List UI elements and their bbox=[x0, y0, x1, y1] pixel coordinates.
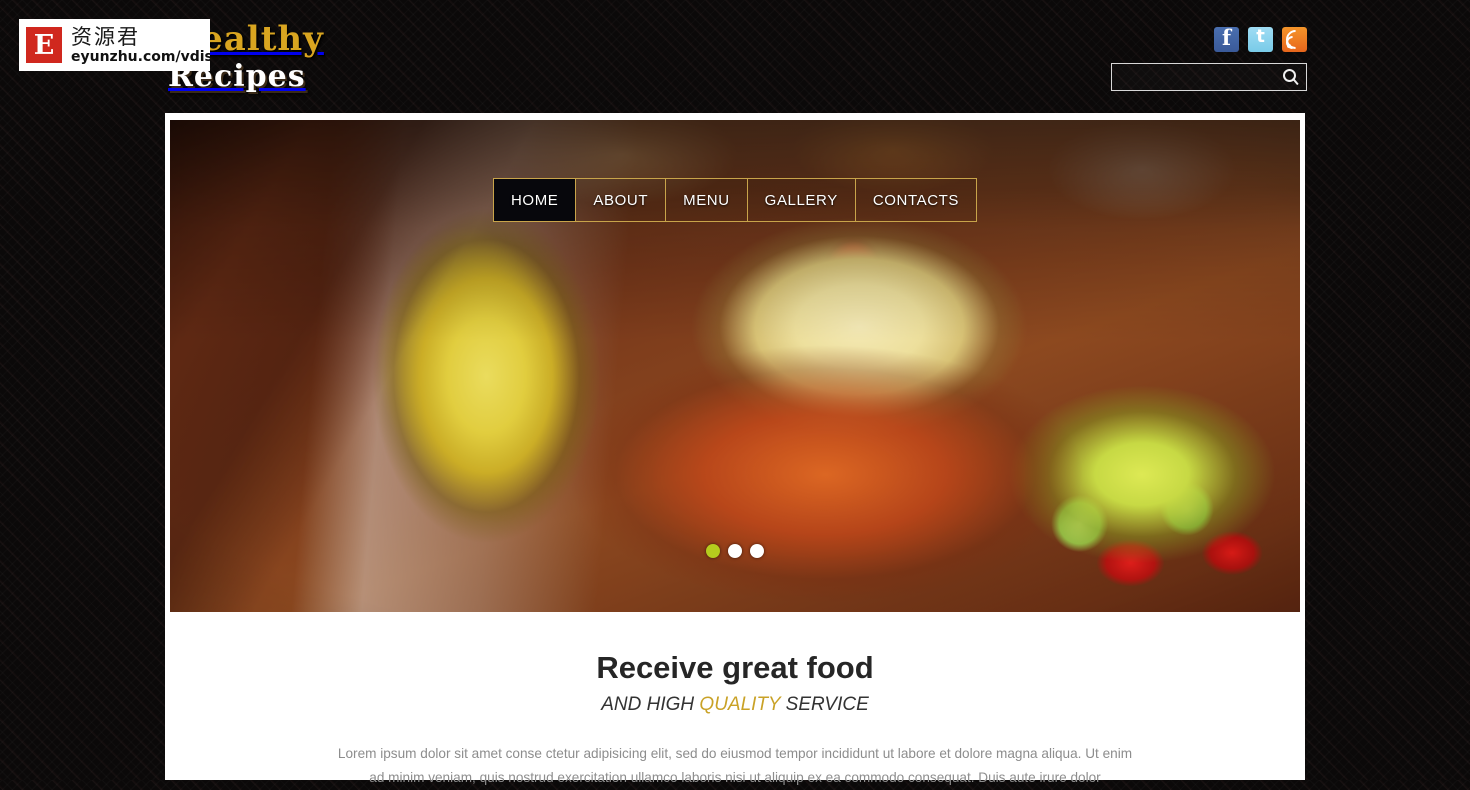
nav-item-gallery[interactable]: GALLERY bbox=[747, 179, 856, 221]
social-links: f t bbox=[1214, 27, 1307, 52]
nav-item-contacts[interactable]: CONTACTS bbox=[855, 179, 976, 221]
slider-dot-2[interactable] bbox=[728, 544, 742, 558]
nav-item-menu[interactable]: MENU bbox=[666, 179, 748, 221]
site-header: Healthy Recipes f t bbox=[0, 0, 1470, 112]
rss-arc-outer bbox=[1282, 27, 1307, 52]
watermark-cn-text: 资源君 bbox=[71, 24, 140, 49]
twitter-icon[interactable]: t bbox=[1248, 27, 1273, 52]
watermark-logo-letter: E bbox=[33, 29, 55, 61]
site-logo[interactable]: Healthy Recipes bbox=[168, 22, 468, 92]
subtitle-highlight: QUALITY bbox=[699, 694, 781, 715]
search-input[interactable] bbox=[1112, 64, 1278, 90]
watermark-banner: E 资源君 eyunzhu.com/vdisk bbox=[19, 19, 210, 71]
search-icon bbox=[1283, 69, 1296, 82]
page-title: Receive great food bbox=[596, 650, 874, 685]
search-box[interactable] bbox=[1111, 63, 1307, 91]
slider-dot-1[interactable] bbox=[706, 544, 720, 558]
twitter-glyph: t bbox=[1256, 27, 1265, 47]
intro-paragraph: Lorem ipsum dolor sit amet conse ctetur … bbox=[337, 746, 1133, 785]
watermark-url-text: eyunzhu.com/vdisk bbox=[71, 48, 210, 65]
intro-section: Receive great food AND HIGH QUALITY SERV… bbox=[170, 612, 1300, 790]
facebook-glyph: f bbox=[1221, 27, 1232, 50]
rss-icon[interactable] bbox=[1282, 27, 1307, 52]
main-navigation: HOME ABOUT MENU GALLERY CONTACTS bbox=[493, 178, 977, 222]
slider-dot-3[interactable] bbox=[750, 544, 764, 558]
nav-item-about[interactable]: ABOUT bbox=[576, 179, 667, 221]
nav-item-home[interactable]: HOME bbox=[494, 179, 577, 221]
facebook-icon[interactable]: f bbox=[1214, 27, 1239, 52]
page-frame: HOME ABOUT MENU GALLERY CONTACTS Receive… bbox=[165, 113, 1305, 785]
logo-line-2: Recipes bbox=[168, 59, 306, 94]
search-button[interactable] bbox=[1278, 65, 1304, 89]
page-subtitle: AND HIGH QUALITY SERVICE bbox=[170, 694, 1300, 716]
subtitle-pre: AND HIGH bbox=[601, 694, 700, 715]
slider-pagination bbox=[706, 544, 764, 558]
subtitle-post: SERVICE bbox=[780, 694, 869, 715]
watermark-text: 资源君 eyunzhu.com/vdisk bbox=[71, 24, 210, 65]
watermark-logo-icon: E bbox=[24, 25, 64, 65]
hero-slider[interactable]: HOME ABOUT MENU GALLERY CONTACTS bbox=[170, 120, 1300, 612]
logo-line-1: Healthy bbox=[168, 19, 324, 59]
